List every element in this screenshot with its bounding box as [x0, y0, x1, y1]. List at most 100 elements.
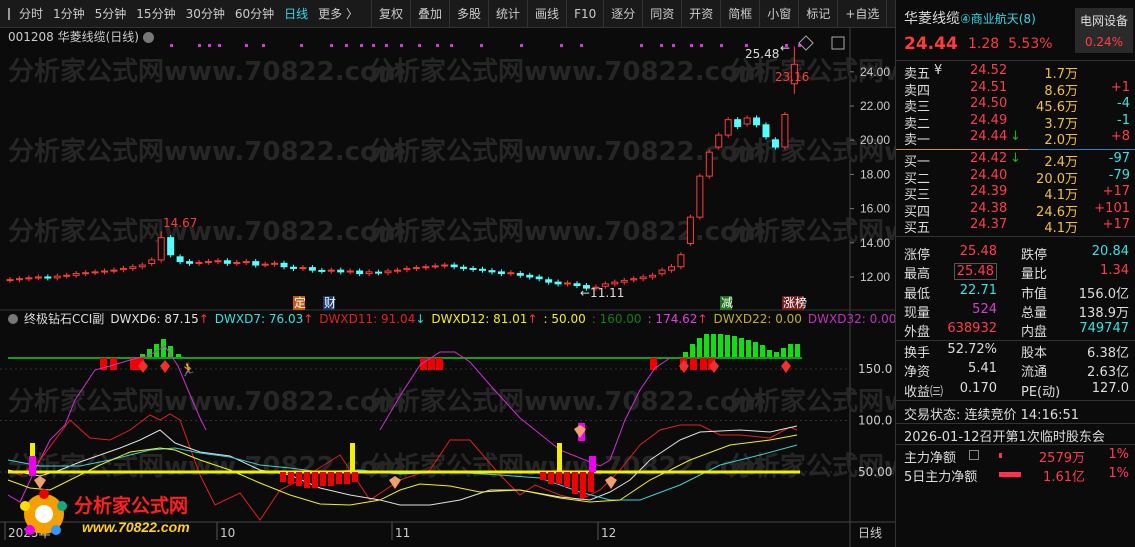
cci-bar-red — [540, 472, 546, 480]
quote-panel: 华菱线缆④商业航天(8) 电网设备 0.24% 24.44 1.28 5.53% … — [895, 0, 1135, 547]
down-arrow-icon: ↓ — [1010, 129, 1021, 144]
candle-up — [564, 282, 572, 285]
chevron-down-icon[interactable] — [8, 314, 18, 324]
candle-up — [138, 264, 146, 268]
candle-down — [460, 266, 468, 269]
ask-row: 卖二 24.49 3.7万 -1 — [896, 113, 1135, 132]
signal-dot — [245, 44, 248, 47]
level-volume: 2.0万 — [1044, 133, 1078, 148]
stat-label: 股本 — [1021, 346, 1048, 361]
signal-block-red — [436, 358, 443, 370]
event-tag: 减 — [721, 296, 733, 310]
signal-dot — [690, 44, 693, 47]
level-label: 买五 — [904, 221, 931, 236]
candle-up — [639, 276, 647, 280]
candle-up — [393, 269, 401, 272]
candle-up — [195, 261, 203, 264]
list-icon[interactable] — [969, 450, 979, 460]
candle-up — [365, 271, 373, 275]
indicator-axis-label: 150.0 — [858, 362, 892, 376]
cci-bar-red — [352, 472, 358, 482]
level-price: 24.42 — [970, 151, 1008, 166]
watermark-text: 分析家公式网www.70822.com — [368, 386, 765, 417]
divider — [896, 340, 1135, 341]
signal-block-red — [428, 358, 435, 370]
cci-bar-green — [718, 334, 723, 358]
signal-dot — [720, 44, 723, 47]
signal-dot — [345, 44, 348, 47]
stat-value: 2.63亿 — [1087, 365, 1129, 381]
candle-up — [129, 266, 137, 269]
cci-bar-red — [312, 472, 318, 488]
candle-up — [6, 279, 14, 282]
signal-dot — [262, 44, 265, 47]
watermark-text: 分析家公式网www.70822.com — [368, 56, 765, 87]
level-price: 24.39 — [970, 184, 1008, 199]
watermark-text: 分析家公式网www.70822.com — [728, 386, 895, 417]
candle-up — [204, 261, 212, 264]
cci-bar-red — [304, 472, 310, 488]
candle-down — [176, 256, 184, 263]
watermark-text: 分析家公式网www.70822.com — [368, 216, 765, 247]
cci-bar-green — [746, 340, 751, 358]
divider — [896, 400, 1135, 401]
site-logo: 分析家公式网 www.70822.com — [20, 489, 190, 535]
signal-dot — [436, 44, 439, 47]
candle-up — [620, 279, 628, 283]
price-axis-label: 22.00 — [860, 99, 890, 113]
stat-value: 25.48 — [953, 263, 997, 281]
indicator-value: DWXD7: 76.03 — [215, 312, 303, 326]
signal-dot — [660, 44, 663, 47]
concept-link[interactable]: ④商业航天(8) — [960, 12, 1036, 26]
candle-up — [271, 262, 279, 265]
cci-bar-green — [753, 342, 758, 358]
candle-up — [299, 267, 307, 270]
candle-down — [479, 268, 486, 271]
stock-name: 华菱线缆 — [904, 11, 960, 27]
signal-dot — [640, 44, 643, 47]
watermark-text: 分析家公式网www.70822.com — [8, 216, 405, 247]
ask-row: 卖一 24.44 ↓ 2.0万 +8 — [896, 129, 1135, 148]
stat-label: 最高 — [904, 267, 931, 283]
signal-dot — [218, 44, 221, 47]
indicator-value: DWXD11: 91.04 — [319, 312, 415, 326]
cci-bar-green — [739, 338, 744, 358]
candle-up — [119, 267, 127, 271]
price-pct: 5.53% — [1008, 36, 1053, 52]
indicator-header: 终极钻石CCI副 DWXD6: 87.15↑ DWXD7: 76.03↑ DWXD11… — [24, 311, 895, 326]
watermark-text: 分析家公式网www.70822.com — [8, 136, 405, 167]
event-tag: 财 — [324, 296, 336, 310]
level-change: +101 — [1094, 200, 1130, 216]
cci-bar-red — [328, 472, 334, 486]
divider — [896, 236, 1135, 237]
arrow-icon: ↑ — [697, 312, 707, 326]
cci-bar-green — [690, 344, 695, 358]
candle-down — [44, 276, 52, 279]
level-price: 24.50 — [970, 96, 1008, 111]
notice[interactable]: 2026-01-12召开第1次临时股东会 — [904, 426, 1105, 445]
candle-down — [488, 270, 496, 273]
indicator-axis-label: 50.00 — [858, 465, 892, 479]
candle-up — [715, 134, 723, 148]
candle-up — [384, 270, 392, 274]
stat-value: 22.71 — [959, 282, 997, 298]
cci-bar-red — [580, 472, 586, 498]
candle-up — [148, 259, 156, 264]
stat-value: 0.170 — [959, 380, 997, 396]
candle-up — [611, 281, 619, 285]
stat-value: 524 — [972, 301, 997, 317]
level-change: +8 — [1110, 129, 1130, 144]
level-price: 24.40 — [970, 167, 1008, 183]
candle-up — [53, 275, 61, 279]
cci-bar-red — [344, 472, 350, 484]
stat-value: 138.9万 — [1078, 305, 1129, 321]
candle-up — [34, 276, 42, 279]
divider — [896, 444, 1135, 445]
candle-down — [308, 267, 316, 271]
signal-block-red — [650, 358, 657, 370]
level-price: 24.52 — [970, 63, 1008, 78]
cci-bar-green — [697, 338, 702, 358]
kline-chart[interactable]: 分析家公式网www.70822.com分析家公式网www.70822.com分析… — [0, 0, 895, 547]
sector-badge[interactable]: 电网设备 0.24% — [1075, 8, 1133, 53]
candle-down — [167, 237, 175, 256]
